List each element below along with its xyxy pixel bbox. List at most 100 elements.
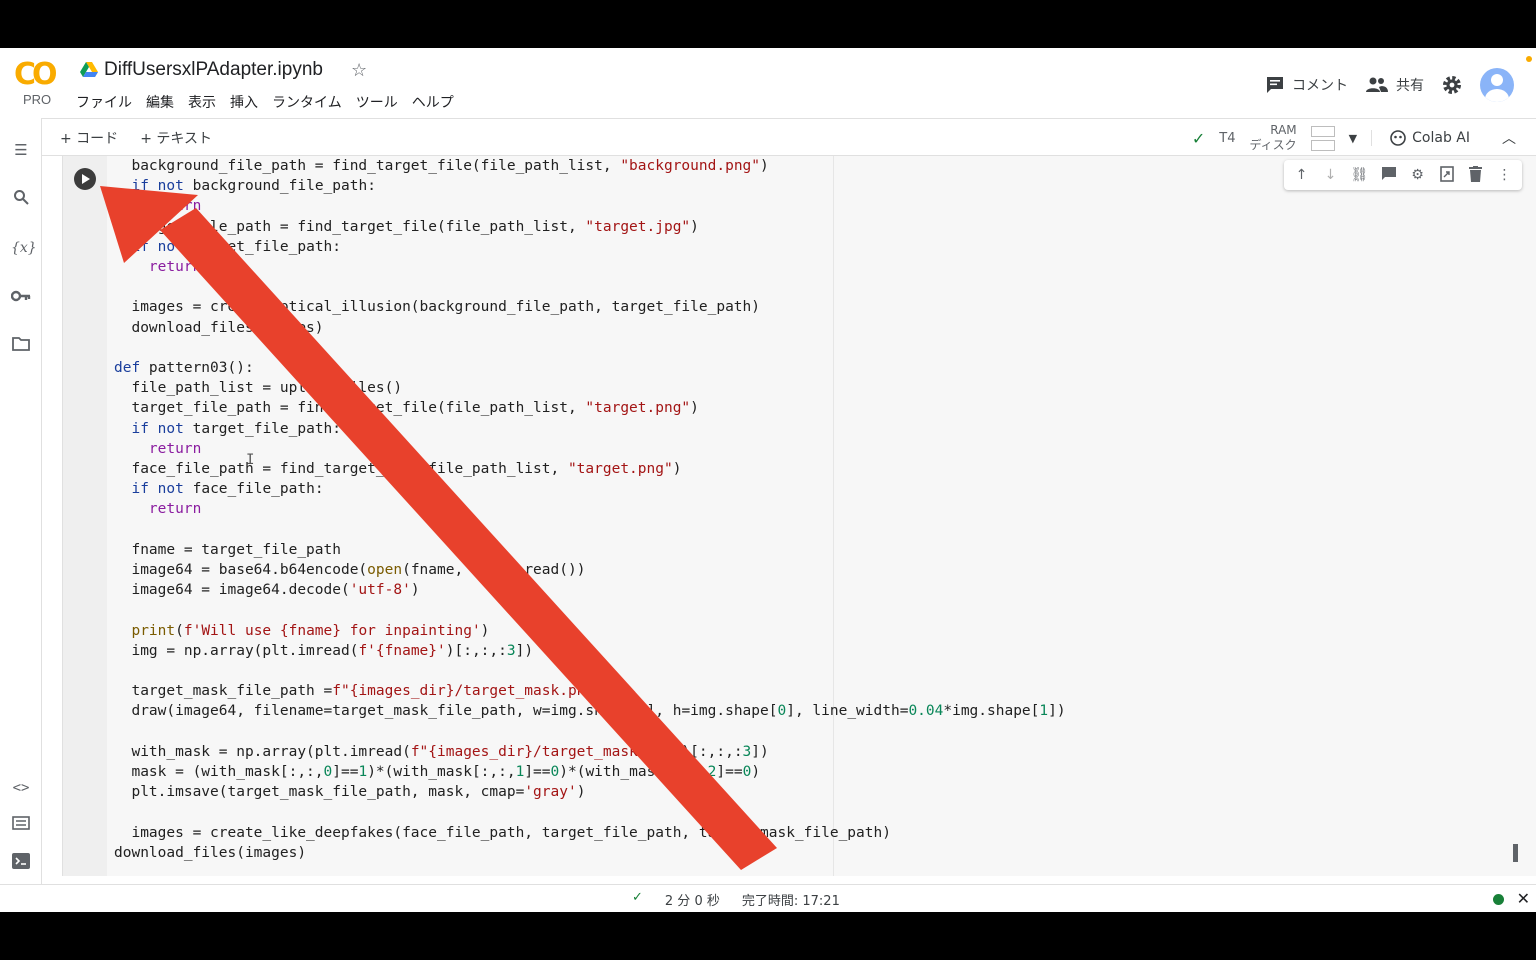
menu-view[interactable]: 表示 — [188, 92, 216, 112]
toc-icon[interactable]: ☰ — [11, 140, 31, 160]
colab-ai-label: Colab AI — [1412, 130, 1470, 146]
menu-runtime[interactable]: ランタイム — [272, 92, 342, 112]
execution-duration: 2 分 0 秒 — [664, 894, 720, 909]
menu-edit[interactable]: 編集 — [146, 92, 174, 112]
code-line[interactable]: if not background_file_path: — [114, 176, 1066, 196]
mirror-cell-icon[interactable] — [1437, 165, 1456, 185]
code-line[interactable]: image64 = image64.decode('utf-8') — [114, 580, 1066, 600]
code-line[interactable]: ​ — [114, 520, 1066, 540]
notebook-title[interactable]: DiffUsersxlPAdapter.ipynb — [104, 59, 323, 81]
link-icon[interactable]: ⛓ — [1350, 166, 1369, 185]
code-line[interactable]: ​ — [114, 803, 1066, 823]
menu-insert[interactable]: 挿入 — [230, 92, 258, 112]
settings-icon[interactable] — [1442, 75, 1462, 95]
code-line[interactable]: plt.imsave(target_mask_file_path, mask, … — [114, 782, 1066, 802]
code-line[interactable]: ​ — [114, 277, 1066, 297]
code-line[interactable]: download_files(images) — [114, 843, 1066, 863]
collapse-header-icon[interactable]: ︿ — [1502, 128, 1516, 148]
code-line[interactable]: return — [114, 499, 1066, 519]
logo-pro-label: PRO — [23, 92, 52, 107]
star-icon[interactable]: ☆ — [351, 60, 367, 81]
code-line[interactable]: images = create_like_deepfakes(face_file… — [114, 823, 1066, 843]
code-line[interactable]: mask = (with_mask[:,:,0]==1)*(with_mask[… — [114, 762, 1066, 782]
share-label: 共有 — [1396, 78, 1424, 94]
logo-text: CO — [14, 57, 58, 92]
menu-tools[interactable]: ツール — [356, 92, 398, 112]
connection-status-icon — [1493, 894, 1504, 905]
resource-bars[interactable] — [1310, 125, 1335, 151]
code-line[interactable]: return — [114, 257, 1066, 277]
menu-file[interactable]: ファイル — [76, 92, 132, 112]
notebook-toolbar: + コード + テキスト ✓ T4 RAM ディスク ▼ Colab AI ︿ — [42, 118, 1536, 156]
runtime-area: ✓ T4 RAM ディスク ▼ Colab AI ︿ — [1192, 123, 1516, 153]
code-line[interactable]: with_mask = np.array(plt.imread(f"{image… — [114, 742, 1066, 762]
code-line[interactable]: face_file_path = find_target_file(file_p… — [114, 459, 1066, 479]
share-button[interactable]: 共有 — [1366, 75, 1424, 95]
drive-icon — [80, 62, 98, 77]
letterbox-top — [0, 0, 1536, 48]
disk-bar — [1310, 139, 1335, 151]
ram-label: RAM — [1270, 123, 1297, 137]
scroll-indicator[interactable] — [1513, 844, 1518, 862]
code-line[interactable]: ​ — [114, 338, 1066, 358]
add-text-button[interactable]: + テキスト — [140, 128, 212, 148]
code-line[interactable]: fname = target_file_path — [114, 540, 1066, 560]
colab-logo[interactable]: CO PRO — [14, 60, 62, 120]
resource-labels[interactable]: RAM ディスク — [1250, 123, 1297, 153]
delete-icon[interactable] — [1466, 165, 1485, 185]
code-line[interactable]: target_file_path = find_target_file(file… — [114, 398, 1066, 418]
variables-icon[interactable]: {x} — [11, 238, 37, 258]
code-line[interactable]: img = np.array(plt.imread(f'{fname}')[:,… — [114, 641, 1066, 661]
ram-bar — [1310, 125, 1335, 137]
close-icon[interactable]: ✕ — [1517, 889, 1530, 908]
runtime-type[interactable]: T4 — [1219, 131, 1235, 146]
code-line[interactable]: if not target_file_path: — [114, 237, 1066, 257]
key-icon[interactable] — [10, 287, 31, 307]
code-line[interactable]: print(f'Will use {fname} for inpainting'… — [114, 621, 1066, 641]
header-actions: コメント 共有 — [1266, 68, 1514, 102]
code-line[interactable]: file_path_list = upload_files() — [114, 378, 1066, 398]
chevron-down-icon[interactable]: ▼ — [1349, 132, 1357, 145]
code-line[interactable]: if not target_file_path: — [114, 419, 1066, 439]
more-icon[interactable]: ⋮ — [1495, 166, 1514, 185]
title-row: DiffUsersxlPAdapter.ipynb ☆ — [80, 58, 367, 82]
code-line[interactable]: download_files(images) — [114, 318, 1066, 338]
move-down-icon[interactable]: ↓ — [1321, 166, 1340, 185]
code-line[interactable]: if not face_file_path: — [114, 479, 1066, 499]
search-icon[interactable] — [11, 189, 31, 209]
code-editor[interactable]: background_file_path = find_target_file(… — [114, 156, 1066, 863]
comment-button[interactable]: コメント — [1266, 75, 1348, 95]
code-line[interactable]: draw(image64, filename=target_mask_file_… — [114, 701, 1065, 721]
colab-ai-button[interactable]: Colab AI — [1371, 130, 1470, 146]
code-cell[interactable]: background_file_path = find_target_file(… — [62, 156, 1536, 876]
code-line[interactable]: image64 = base64.b64encode(open(fname, '… — [114, 560, 1066, 580]
status-check-icon: ✓ — [632, 890, 643, 905]
code-line[interactable]: ​ — [114, 661, 1066, 681]
colab-window: CO PRO DiffUsersxlPAdapter.ipynb ☆ ファイル … — [0, 48, 1536, 912]
code-line[interactable]: ​ — [114, 600, 1066, 620]
code-line[interactable]: images = create_optical_illusion(backgro… — [114, 297, 1066, 317]
code-snippets-icon[interactable]: <> — [11, 778, 31, 798]
settings-icon[interactable]: ⚙ — [1408, 166, 1427, 185]
letterbox-bottom — [0, 912, 1536, 960]
execution-status[interactable]: ✓ 2 分 0 秒 完了時間: 17:21 — [632, 890, 840, 909]
move-up-icon[interactable]: ↑ — [1292, 166, 1311, 185]
code-line[interactable]: target_mask_file_path =f"{images_dir}/ta… — [114, 681, 1066, 701]
code-line[interactable]: target_file_path = find_target_file(file… — [114, 217, 1066, 237]
code-line[interactable]: background_file_path = find_target_file(… — [114, 156, 1066, 176]
comment-icon[interactable] — [1379, 166, 1398, 185]
people-icon — [1366, 77, 1388, 92]
code-line[interactable]: def pattern03(): — [114, 358, 1066, 378]
add-code-button[interactable]: + コード — [60, 128, 118, 148]
run-cell-button[interactable] — [74, 168, 96, 190]
insert-actions: + コード + テキスト — [60, 128, 212, 148]
code-line[interactable]: return — [114, 439, 1066, 459]
menu-help[interactable]: ヘルプ — [412, 92, 454, 112]
avatar[interactable] — [1480, 68, 1514, 102]
terminal-icon[interactable] — [11, 853, 31, 873]
code-line[interactable]: ​ — [114, 722, 1066, 742]
folder-icon[interactable] — [11, 336, 31, 356]
command-palette-icon[interactable] — [11, 815, 31, 835]
comment-icon — [1267, 77, 1283, 93]
code-line[interactable]: return — [114, 196, 1066, 216]
